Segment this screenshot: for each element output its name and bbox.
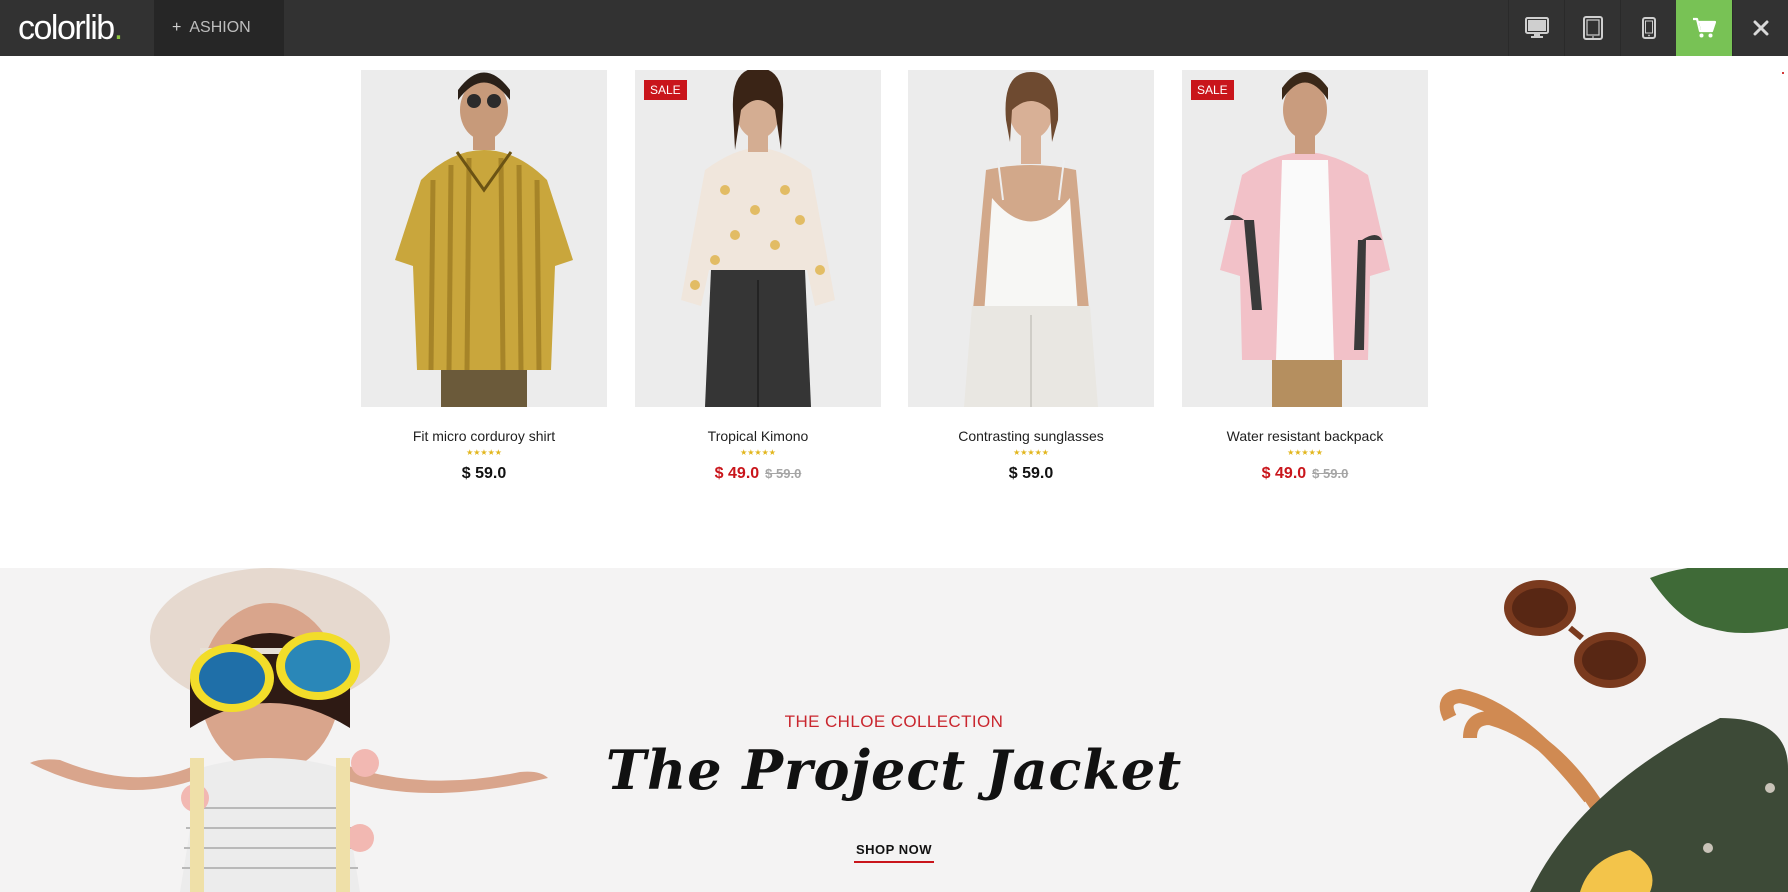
product-name[interactable]: Tropical Kimono [635, 428, 881, 445]
product-name[interactable]: Contrasting sunglasses [908, 428, 1154, 445]
product-card[interactable]: SALE Water resistant backpack ★★★★★ $ 49… [1182, 70, 1428, 484]
logo-dot: . [113, 9, 123, 47]
product-price: $ 59.0 [361, 464, 607, 484]
shop-now-link[interactable]: SHOP NOW [854, 842, 934, 863]
product-image[interactable]: SALE [1182, 70, 1428, 407]
product-photo-shirt [361, 70, 607, 407]
current-price: $ 59.0 [461, 465, 507, 482]
product-card[interactable]: SALE Tropical Kimono ★★★★★ $ 49.0 $ 59.0 [635, 70, 881, 484]
logo-text: colorlib [18, 9, 115, 47]
close-preview-button[interactable] [1732, 0, 1788, 56]
mobile-view-button[interactable] [1620, 0, 1676, 56]
cart-icon [1693, 17, 1716, 38]
sale-badge: SALE [1191, 80, 1234, 100]
sale-badge: SALE [644, 80, 687, 100]
old-price: $ 59.0 [765, 466, 802, 481]
collection-banner: THE CHLOE COLLECTION The Project Jacket … [0, 568, 1788, 892]
close-icon [1753, 20, 1768, 36]
desktop-view-button[interactable] [1508, 0, 1564, 56]
decorative-dot [1782, 72, 1784, 74]
product-name[interactable]: Water resistant backpack [1182, 428, 1428, 445]
buy-theme-button[interactable] [1676, 0, 1732, 56]
star-rating: ★★★★★ [740, 448, 776, 457]
product-image[interactable] [361, 70, 607, 407]
product-name[interactable]: Fit micro corduroy shirt [361, 428, 607, 445]
product-photo-sunglasses [908, 70, 1154, 407]
star-rating: ★★★★★ [1287, 448, 1323, 457]
star-rating: ★★★★★ [466, 448, 502, 457]
plus-icon: + [172, 19, 182, 36]
theme-name: ASHION [189, 19, 251, 36]
tablet-view-button[interactable] [1564, 0, 1620, 56]
current-price: $ 49.0 [714, 465, 760, 482]
current-price: $ 59.0 [1008, 465, 1054, 482]
product-price: $ 49.0 $ 59.0 [1182, 464, 1428, 484]
product-price: $ 59.0 [908, 464, 1154, 484]
product-image[interactable] [908, 70, 1154, 407]
product-photo-backpack [1182, 70, 1428, 407]
star-rating: ★★★★★ [1013, 448, 1049, 457]
current-price: $ 49.0 [1261, 465, 1307, 482]
preview-topbar: colorlib. + ASHION [0, 0, 1788, 56]
tablet-icon [1582, 16, 1603, 40]
product-price: $ 49.0 $ 59.0 [635, 464, 881, 484]
desktop-icon [1524, 17, 1549, 38]
product-card[interactable]: Fit micro corduroy shirt ★★★★★ $ 59.0 [361, 70, 607, 484]
mobile-icon [1641, 17, 1656, 39]
banner-accessories-image [1439, 568, 1788, 892]
product-photo-kimono [635, 70, 881, 407]
colorlib-logo[interactable]: colorlib. [18, 8, 123, 48]
theme-selector[interactable]: + ASHION [154, 0, 284, 56]
old-price: $ 59.0 [1312, 466, 1349, 481]
product-card[interactable]: Contrasting sunglasses ★★★★★ $ 59.0 [908, 70, 1154, 484]
product-image[interactable]: SALE [635, 70, 881, 407]
